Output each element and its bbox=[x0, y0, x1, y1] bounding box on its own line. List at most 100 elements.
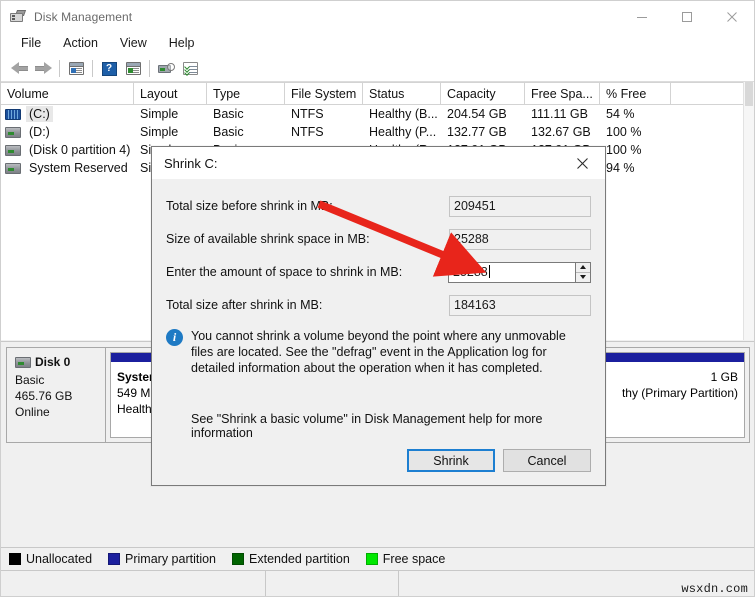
spin-up-icon[interactable] bbox=[576, 263, 590, 272]
spinner-buttons bbox=[576, 261, 591, 283]
properties-button[interactable] bbox=[178, 58, 202, 80]
field-row-total-size-after: Total size after shrink in MB: 184163 bbox=[166, 292, 591, 318]
legend-label: Unallocated bbox=[26, 551, 93, 566]
menu-item-view[interactable]: View bbox=[109, 34, 158, 54]
volume-list-header: Volume Layout Type File System Status Ca… bbox=[1, 82, 754, 105]
action-menu-icon bbox=[125, 62, 141, 75]
title-bar: Disk Management bbox=[1, 1, 754, 32]
disk-title: Disk 0 bbox=[15, 354, 105, 370]
scrollbar-thumb[interactable] bbox=[745, 82, 753, 106]
show-hide-console-tree-button[interactable] bbox=[64, 58, 88, 80]
text-caret bbox=[488, 264, 490, 278]
column-header-type[interactable]: Type bbox=[207, 83, 285, 104]
field-label: Total size before shrink in MB: bbox=[166, 199, 333, 213]
forward-button[interactable] bbox=[31, 58, 55, 80]
shrink-dialog: Shrink C: Total size before shrink in MB… bbox=[151, 146, 606, 486]
cell-type: Basic bbox=[213, 107, 244, 121]
available-shrink-space-value: 25288 bbox=[449, 228, 591, 250]
menu-bar: File Action View Help bbox=[1, 32, 754, 56]
disk-status: Online bbox=[15, 405, 50, 419]
column-header-status[interactable]: Status bbox=[363, 83, 441, 104]
cell-percent-free: 100 % bbox=[606, 143, 642, 157]
legend-item-free-space: Free space bbox=[365, 551, 446, 566]
shrink-amount-input[interactable]: 25288 bbox=[448, 261, 576, 283]
cell-status: Healthy (B... bbox=[369, 107, 438, 121]
disk-info-box[interactable]: Disk 0 Basic 465.76 GB Online bbox=[6, 347, 106, 443]
menu-item-action[interactable]: Action bbox=[52, 34, 109, 54]
info-block: i You cannot shrink a volume beyond the … bbox=[166, 328, 591, 376]
cell-volume: (C:) bbox=[1, 105, 134, 123]
volume-icon bbox=[5, 126, 21, 138]
rescan-disks-button[interactable] bbox=[154, 58, 178, 80]
column-header-file-system[interactable]: File System bbox=[285, 83, 363, 104]
close-button[interactable] bbox=[709, 1, 754, 32]
shrink-amount-spinner[interactable]: 25288 bbox=[448, 261, 591, 283]
cell-layout: Simple bbox=[140, 125, 179, 139]
help-button[interactable]: ? bbox=[97, 58, 121, 80]
cell-percent-free: 54 % bbox=[606, 107, 635, 121]
legend-bar: Unallocated Primary partition Extended p… bbox=[1, 547, 754, 569]
toolbar-separator bbox=[149, 60, 150, 77]
status-segment-mid bbox=[266, 570, 399, 596]
legend-item-extended-partition: Extended partition bbox=[232, 552, 350, 566]
cell-capacity: 204.54 GB bbox=[447, 107, 507, 121]
volume-icon bbox=[5, 162, 21, 174]
legend-label: Primary partition bbox=[125, 551, 217, 566]
total-size-before-shrink-value: 209451 bbox=[449, 195, 591, 217]
field-label: Enter the amount of space to shrink in M… bbox=[166, 265, 403, 279]
cell-percent-free: 100 % bbox=[606, 125, 642, 139]
column-header-free-space[interactable]: Free Spa... bbox=[525, 83, 600, 104]
field-label: Size of available shrink space in MB: bbox=[166, 232, 370, 246]
total-size-after-shrink-value: 184163 bbox=[449, 294, 591, 316]
cell-status: Healthy (P... bbox=[369, 125, 437, 139]
info-message: You cannot shrink a volume beyond the po… bbox=[191, 329, 566, 375]
legend-swatch bbox=[232, 552, 245, 565]
menu-item-file[interactable]: File bbox=[10, 34, 52, 54]
field-label: Total size after shrink in MB: bbox=[166, 298, 323, 312]
column-header-spacer bbox=[671, 83, 754, 104]
cell-free-space: 132.67 GB bbox=[531, 125, 591, 139]
legend-item-unallocated: Unallocated bbox=[9, 552, 92, 566]
table-row[interactable]: (D:) Simple Basic NTFS Healthy (P... 132… bbox=[1, 123, 754, 141]
back-button[interactable] bbox=[7, 58, 31, 80]
table-row[interactable]: (C:) Simple Basic NTFS Healthy (B... 204… bbox=[1, 105, 754, 123]
legend-label: Extended partition bbox=[249, 551, 350, 566]
column-header-capacity[interactable]: Capacity bbox=[441, 83, 525, 104]
disk-icon bbox=[15, 356, 31, 368]
dialog-buttons: Shrink Cancel bbox=[407, 449, 591, 472]
shrink-button[interactable]: Shrink bbox=[407, 449, 495, 472]
rescan-disks-icon bbox=[157, 62, 175, 75]
dialog-close-button[interactable] bbox=[560, 147, 605, 179]
legend-swatch bbox=[365, 552, 378, 565]
spin-down-icon[interactable] bbox=[576, 271, 590, 282]
column-header-percent-free[interactable]: % Free bbox=[600, 83, 671, 104]
legend-item-primary-partition: Primary partition bbox=[108, 552, 216, 566]
legend-swatch bbox=[9, 552, 21, 565]
disk-size: 465.76 GB bbox=[15, 389, 73, 403]
status-segment-right: wsxdn.com bbox=[399, 571, 754, 597]
menu-item-help[interactable]: Help bbox=[158, 34, 206, 54]
cell-volume: System Reserved bbox=[1, 159, 134, 177]
cell-volume: (Disk 0 partition 4) bbox=[1, 141, 134, 159]
cell-volume: (D:) bbox=[1, 123, 134, 141]
minimize-button[interactable] bbox=[619, 1, 664, 32]
information-icon: i bbox=[166, 329, 183, 346]
cell-type: Basic bbox=[213, 125, 244, 139]
maximize-button[interactable] bbox=[664, 1, 709, 32]
action-menu-button[interactable] bbox=[121, 58, 145, 80]
cancel-button[interactable]: Cancel bbox=[503, 449, 591, 472]
column-header-volume[interactable]: Volume bbox=[1, 83, 134, 104]
watermark: wsxdn.com bbox=[681, 581, 748, 596]
cell-layout: Simple bbox=[140, 107, 179, 121]
volume-icon bbox=[5, 144, 21, 156]
disk-management-window: Disk Management File Action View Help ? … bbox=[0, 0, 755, 597]
volume-list-scrollbar[interactable] bbox=[743, 82, 754, 340]
column-header-layout[interactable]: Layout bbox=[134, 83, 207, 104]
cell-file-system: NTFS bbox=[291, 107, 324, 121]
toolbar-separator bbox=[59, 60, 60, 77]
cell-capacity: 132.77 GB bbox=[447, 125, 507, 139]
field-row-available-shrink-space: Size of available shrink space in MB: 25… bbox=[166, 226, 591, 252]
toolbar: ? bbox=[1, 56, 754, 82]
legend-label: Free space bbox=[382, 551, 446, 566]
window-title: Disk Management bbox=[34, 9, 133, 24]
